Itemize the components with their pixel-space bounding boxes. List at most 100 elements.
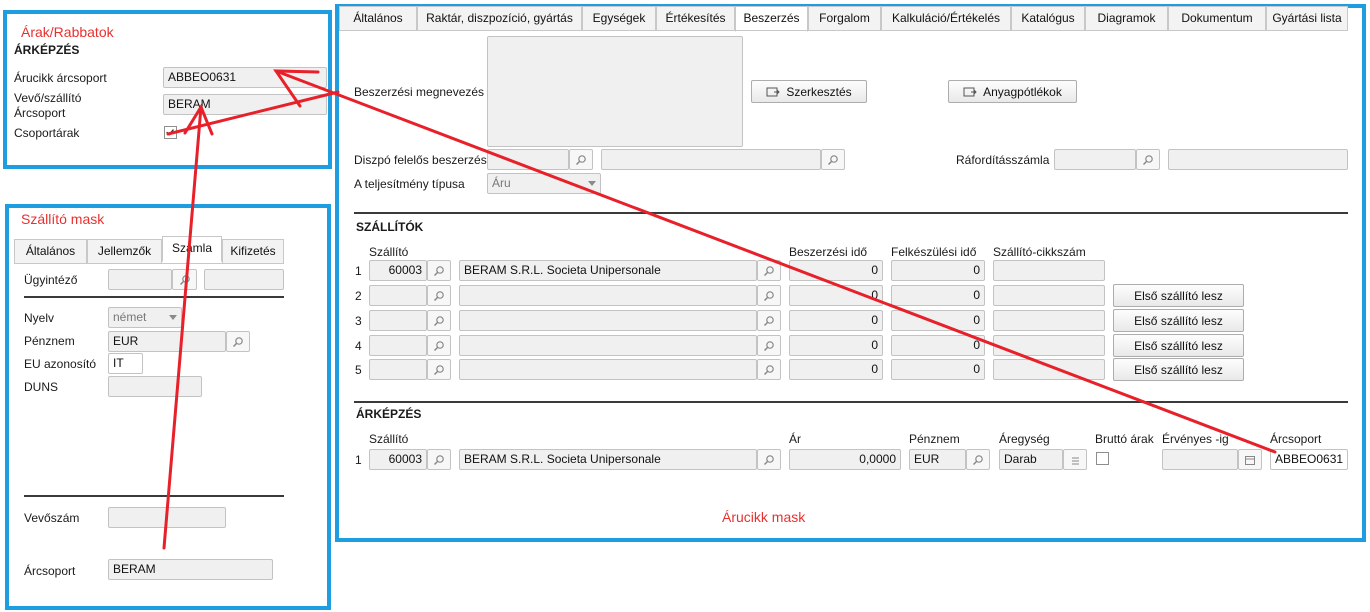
- vevoszam-field[interactable]: [108, 507, 226, 528]
- row-supplier-name[interactable]: BERAM S.R.L. Societa Unipersonale: [459, 260, 757, 281]
- main-tab-diagramok[interactable]: Diagramok: [1085, 6, 1168, 31]
- row-supplier-code[interactable]: 60003: [369, 260, 427, 281]
- ugyintezo-field[interactable]: [108, 269, 172, 290]
- first-supplier-button[interactable]: Első szállító lesz: [1113, 334, 1244, 357]
- main-tab-egysegek[interactable]: Egységek: [582, 6, 656, 31]
- szerkesztes-button[interactable]: Szerkesztés: [751, 80, 867, 103]
- price-arcsoport-field[interactable]: ABBEO0631: [1270, 449, 1348, 470]
- row-supplier-code[interactable]: [369, 310, 427, 331]
- row-cikkszam[interactable]: [993, 359, 1105, 380]
- szallitok-heading: SZÁLLÍTÓK: [356, 220, 424, 234]
- supplier-tab-kifizetes[interactable]: Kifizetés: [222, 239, 284, 264]
- eu-azonosito-field[interactable]: IT: [108, 353, 143, 374]
- csoportarak-checkbox[interactable]: [164, 126, 177, 139]
- row-supplier-code-search[interactable]: [427, 285, 451, 306]
- row-felkeszulesi-ido[interactable]: 0: [891, 260, 985, 281]
- row-beszerzesi-ido[interactable]: 0: [789, 285, 883, 306]
- first-supplier-button[interactable]: Első szállító lesz: [1113, 284, 1244, 307]
- search-icon: [763, 454, 774, 465]
- price-brutto-checkbox[interactable]: [1096, 452, 1109, 465]
- ugyintezo-name-field[interactable]: [204, 269, 284, 290]
- row-number: 2: [355, 289, 362, 303]
- main-tab-gyartasi-lista[interactable]: Gyártási lista: [1266, 6, 1348, 31]
- raforditas-label: Ráfordításszámla: [956, 153, 1050, 167]
- price-aregyseg-field[interactable]: Darab: [999, 449, 1063, 470]
- row-felkeszulesi-ido[interactable]: 0: [891, 310, 985, 331]
- price-supplier-name[interactable]: BERAM S.R.L. Societa Unipersonale: [459, 449, 757, 470]
- penznem-search-button[interactable]: [226, 331, 250, 352]
- main-tab-raktar[interactable]: Raktár, diszpozíció, gyártás: [417, 6, 582, 31]
- duns-field[interactable]: [108, 376, 202, 397]
- row-supplier-code[interactable]: [369, 359, 427, 380]
- row-felkeszulesi-ido[interactable]: 0: [891, 359, 985, 380]
- row-felkeszulesi-ido[interactable]: 0: [891, 285, 985, 306]
- row-beszerzesi-ido[interactable]: 0: [789, 335, 883, 356]
- row-beszerzesi-ido[interactable]: 0: [789, 260, 883, 281]
- row-cikkszam[interactable]: [993, 310, 1105, 331]
- nyelv-select[interactable]: német: [108, 307, 182, 328]
- main-tab-katalogus[interactable]: Katalógus: [1011, 6, 1085, 31]
- row-supplier-code[interactable]: [369, 335, 427, 356]
- ugyintezo-search-button[interactable]: [172, 269, 197, 290]
- row-supplier-name[interactable]: [459, 310, 757, 331]
- row-beszerzesi-ido[interactable]: 0: [789, 359, 883, 380]
- first-supplier-button[interactable]: Első szállító lesz: [1113, 358, 1244, 381]
- supplier-tab-szamla[interactable]: Számla: [162, 236, 222, 262]
- row-supplier-name-search[interactable]: [757, 335, 781, 356]
- beszerzesi-megnevezes-textarea[interactable]: [487, 36, 743, 147]
- raforditas-code-field[interactable]: [1054, 149, 1136, 170]
- dispo-code-field[interactable]: [487, 149, 569, 170]
- row-supplier-code[interactable]: [369, 285, 427, 306]
- dispo-search-button[interactable]: [569, 149, 593, 170]
- price-supplier-code-search[interactable]: [427, 449, 451, 470]
- teljesitmeny-select[interactable]: Áru: [487, 173, 601, 194]
- price-ervenyes-field[interactable]: [1162, 449, 1238, 470]
- arucikk-arcsoport-field[interactable]: ABBEO0631: [163, 67, 327, 88]
- row-supplier-name-search[interactable]: [757, 285, 781, 306]
- row-supplier-name[interactable]: [459, 335, 757, 356]
- price-supplier-name-search[interactable]: [757, 449, 781, 470]
- row-supplier-name[interactable]: [459, 359, 757, 380]
- row-supplier-code-search[interactable]: [427, 310, 451, 331]
- arak-annotation-title: Árak/Rabbatok: [21, 24, 114, 40]
- price-penznem-search[interactable]: [966, 449, 990, 470]
- row-supplier-name[interactable]: [459, 285, 757, 306]
- dispo-name-search-button[interactable]: [821, 149, 845, 170]
- price-penznem-field[interactable]: EUR: [909, 449, 966, 470]
- raforditas-search-button[interactable]: [1136, 149, 1160, 170]
- main-tab-ertekesites[interactable]: Értékesítés: [656, 6, 735, 31]
- nyelv-value: német: [113, 310, 147, 324]
- supplier-arcsoport-field[interactable]: BERAM: [108, 559, 273, 580]
- price-ervenyes-calendar[interactable]: [1238, 449, 1262, 470]
- price-ar-field[interactable]: 0,0000: [789, 449, 901, 470]
- row-cikkszam[interactable]: [993, 260, 1105, 281]
- price-col-penznem: Pénznem: [909, 432, 960, 446]
- price-col-ervenyes: Érvényes -ig: [1162, 432, 1229, 446]
- row-supplier-name-search[interactable]: [757, 359, 781, 380]
- penznem-field[interactable]: EUR: [108, 331, 226, 352]
- row-beszerzesi-ido[interactable]: 0: [789, 310, 883, 331]
- row-supplier-code-search[interactable]: [427, 359, 451, 380]
- supplier-tab-altalanos[interactable]: Általános: [14, 239, 87, 264]
- anyagpotlekok-button[interactable]: Anyagpótlékok: [948, 80, 1077, 103]
- row-cikkszam[interactable]: [993, 285, 1105, 306]
- row-supplier-name-search[interactable]: [757, 310, 781, 331]
- main-tab-forgalom[interactable]: Forgalom: [808, 6, 881, 31]
- dispo-name-field[interactable]: [601, 149, 821, 170]
- raforditas-name-field[interactable]: [1168, 149, 1348, 170]
- main-tab-beszerzes[interactable]: Beszerzés: [735, 6, 808, 32]
- main-tab-kalkulacio[interactable]: Kalkuláció/Értékelés: [881, 6, 1011, 31]
- row-supplier-code-search[interactable]: [427, 335, 451, 356]
- row-supplier-name-search[interactable]: [757, 260, 781, 281]
- vevo-arcsoport-field[interactable]: BERAM: [163, 94, 327, 115]
- supplier-tab-jellemzok[interactable]: Jellemzők: [87, 239, 162, 264]
- main-tab-dokumentum[interactable]: Dokumentum: [1168, 6, 1266, 31]
- search-icon: [179, 274, 190, 285]
- row-cikkszam[interactable]: [993, 335, 1105, 356]
- row-supplier-code-search[interactable]: [427, 260, 451, 281]
- first-supplier-button[interactable]: Első szállító lesz: [1113, 309, 1244, 332]
- main-tab-altalanos[interactable]: Általános: [339, 6, 417, 31]
- row-felkeszulesi-ido[interactable]: 0: [891, 335, 985, 356]
- price-aregyseg-button[interactable]: [1063, 449, 1087, 470]
- price-supplier-code[interactable]: 60003: [369, 449, 427, 470]
